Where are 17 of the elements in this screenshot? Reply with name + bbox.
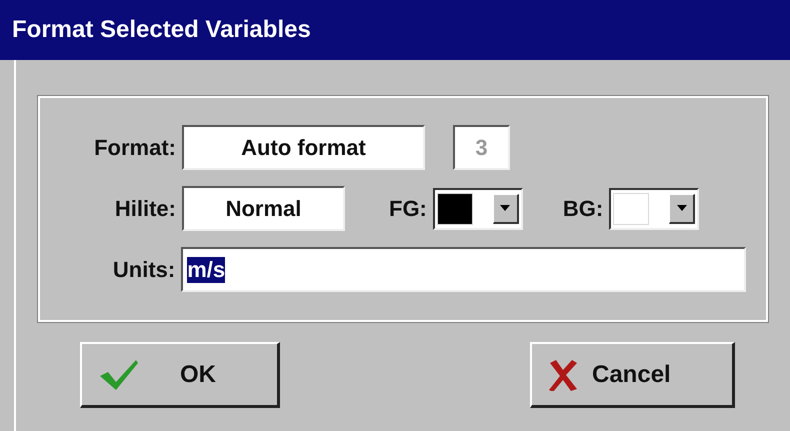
fg-color-dropdown[interactable]	[432, 188, 523, 230]
units-label: Units:	[112, 256, 176, 282]
fg-label: FG:	[389, 196, 427, 222]
caret-icon	[500, 205, 510, 211]
hilite-field[interactable]: Normal	[182, 186, 345, 231]
bg-color-dropdown[interactable]	[609, 188, 700, 230]
units-field[interactable]: m/s	[181, 247, 746, 292]
window-title: Format Selected Variables	[0, 0, 790, 60]
cancel-button[interactable]: Cancel	[530, 342, 735, 408]
format-label: Format:	[93, 134, 177, 160]
format-field[interactable]: Auto format	[182, 125, 425, 170]
check-icon	[98, 358, 140, 392]
caret-icon	[676, 205, 687, 211]
ok-button[interactable]: OK	[80, 342, 280, 408]
cross-icon	[548, 358, 578, 390]
hilite-label: Hilite:	[114, 196, 177, 222]
bg-label: BG:	[562, 196, 604, 222]
